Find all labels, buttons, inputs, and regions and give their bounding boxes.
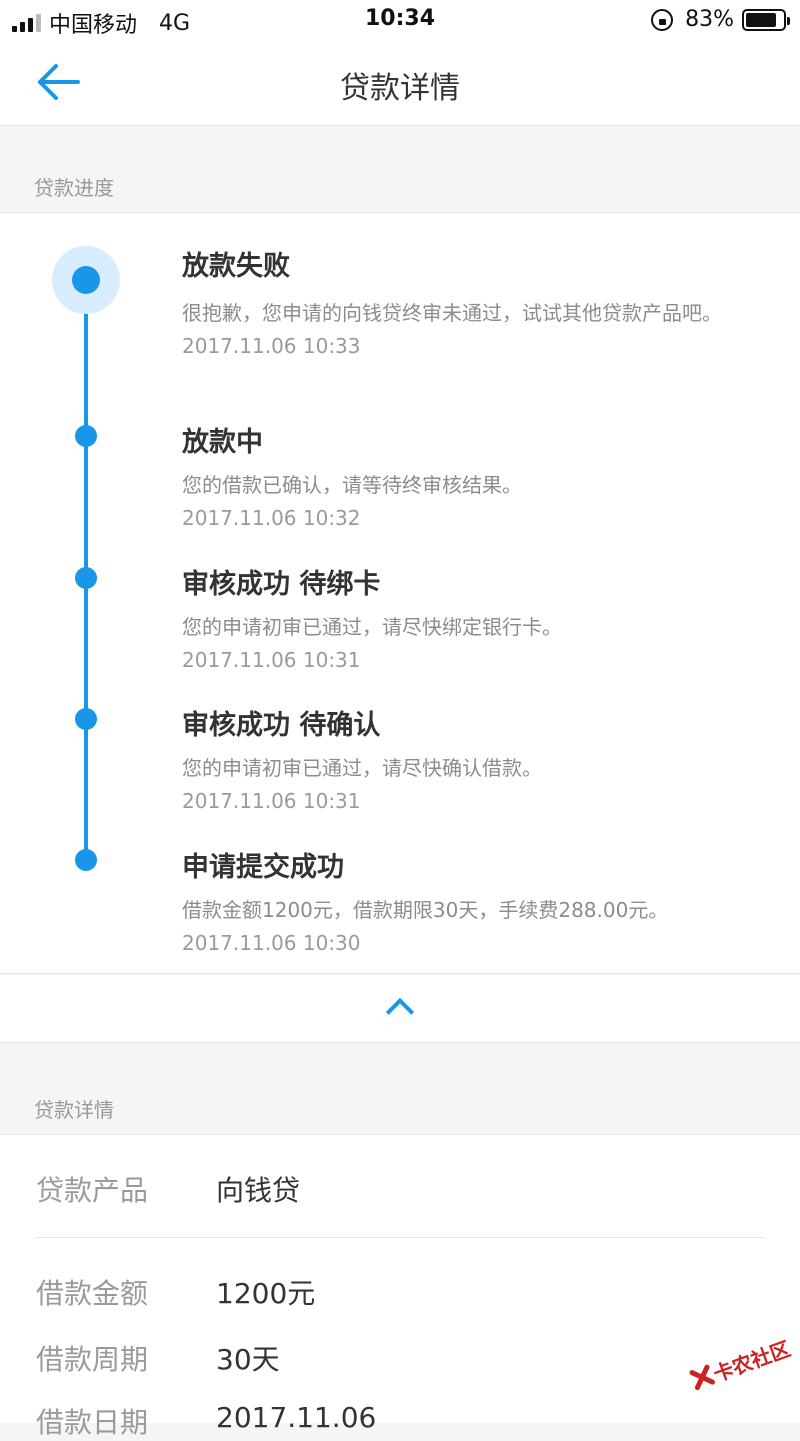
detail-label: 借款周期 xyxy=(36,1343,149,1376)
progress-timeline: 放款失败 很抱歉，您申请的向钱贷终审未通过，试试其他贷款产品吧。 2017.11… xyxy=(0,212,800,974)
detail-label: 借款金额 xyxy=(36,1277,149,1310)
step-description: 很抱歉，您申请的向钱贷终审未通过，试试其他贷款产品吧。 xyxy=(182,301,722,325)
timeline-dot xyxy=(75,849,97,871)
step-description: 借款金额1200元，借款期限30天，手续费288.00元。 xyxy=(182,898,669,922)
progress-section-header: 贷款进度 xyxy=(0,126,800,212)
timeline-step: 审核成功 待确认 您的申请初审已通过，请尽快确认借款。 2017.11.06 1… xyxy=(182,706,762,816)
step-title: 放款失败 xyxy=(182,251,290,282)
step-title: 审核成功 待绑卡 xyxy=(182,569,381,600)
step-description: 您的申请初审已通过，请尽快确认借款。 xyxy=(182,756,542,780)
step-time: 2017.11.06 10:30 xyxy=(182,931,361,955)
nav-bar: 贷款详情 xyxy=(0,40,800,126)
divider xyxy=(36,1237,764,1238)
detail-value: 2017.11.06 xyxy=(216,1401,377,1434)
timeline-step: 审核成功 待绑卡 您的申请初审已通过，请尽快绑定银行卡。 2017.11.06 … xyxy=(182,565,762,675)
detail-value: 向钱贷 xyxy=(216,1174,301,1207)
detail-label: 贷款产品 xyxy=(36,1174,149,1207)
step-time: 2017.11.06 10:33 xyxy=(182,334,361,358)
timeline-step: 放款失败 很抱歉，您申请的向钱贷终审未通过，试试其他贷款产品吧。 2017.11… xyxy=(182,247,762,361)
battery-fill xyxy=(746,12,776,27)
step-title: 申请提交成功 xyxy=(182,852,344,883)
step-description: 您的申请初审已通过，请尽快绑定银行卡。 xyxy=(182,615,562,639)
loan-details-card: 贷款产品 向钱贷 借款金额 1200元 借款周期 30天 借款日期 2017.1… xyxy=(0,1134,800,1439)
chevron-up-icon xyxy=(385,997,415,1027)
timeline-dot xyxy=(75,567,97,589)
detail-value: 30天 xyxy=(216,1343,280,1376)
step-time: 2017.11.06 10:31 xyxy=(182,648,361,672)
timeline-step: 放款中 您的借款已确认，请等待终审核结果。 2017.11.06 10:32 xyxy=(182,423,762,533)
status-bar: 中国移动 4G 10:34 83% xyxy=(0,0,800,40)
battery-percent: 83% xyxy=(685,7,734,32)
timeline-dot-current xyxy=(72,266,100,294)
details-section-header: 贷款详情 xyxy=(0,1044,800,1134)
timeline-dot xyxy=(75,708,97,730)
orientation-lock-icon xyxy=(651,8,674,31)
detail-value: 1200元 xyxy=(216,1277,316,1310)
detail-label: 借款日期 xyxy=(36,1406,149,1439)
battery-icon xyxy=(742,8,790,31)
step-title: 放款中 xyxy=(182,427,263,458)
page-title: 贷款详情 xyxy=(340,71,460,106)
timeline-step: 申请提交成功 借款金额1200元，借款期限30天，手续费288.00元。 201… xyxy=(182,848,762,958)
status-right: 83% xyxy=(651,7,790,32)
step-time: 2017.11.06 10:32 xyxy=(182,506,361,530)
timeline-dot xyxy=(75,425,97,447)
step-time: 2017.11.06 10:31 xyxy=(182,789,361,813)
step-title: 审核成功 待确认 xyxy=(182,710,381,741)
step-description: 您的借款已确认，请等待终审核结果。 xyxy=(182,473,522,497)
collapse-toggle-button[interactable] xyxy=(0,975,800,1043)
